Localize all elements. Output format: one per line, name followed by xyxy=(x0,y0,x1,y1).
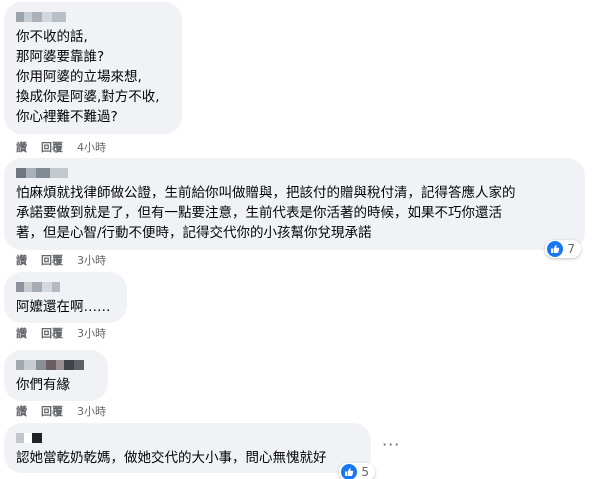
reply-link[interactable]: 回覆 xyxy=(41,252,63,268)
author-name-blurred[interactable] xyxy=(16,358,96,371)
reaction-count: 5 xyxy=(361,465,369,479)
like-thumb-icon xyxy=(547,241,564,257)
comment-1: 你不收的話, 那阿婆要靠誰? 你用阿婆的立場來想, 換成你是阿婆,對方不收, 你… xyxy=(4,2,182,154)
author-name-blurred[interactable] xyxy=(16,280,115,293)
reaction-summary[interactable]: 5 xyxy=(339,463,375,479)
comment-bubble: 你不收的話, 那阿婆要靠誰? 你用阿婆的立場來想, 換成你是阿婆,對方不收, 你… xyxy=(4,2,182,134)
comment-text: 阿嬤還在啊…… xyxy=(16,299,111,315)
comment-bubble: 阿嬤還在啊…… xyxy=(4,272,127,323)
like-link[interactable]: 讚 xyxy=(16,252,27,268)
comment-text: 你不收的話, 那阿婆要靠誰? 你用阿婆的立場來想, 換成你是阿婆,對方不收, 你… xyxy=(16,29,160,125)
comment-text: 你們有緣 xyxy=(16,377,70,393)
comment-text: 認她當乾奶乾媽，做她交代的大小事，問心無愧就好 xyxy=(16,450,327,466)
comment-actions: 讚 回覆 3小時 xyxy=(16,325,106,341)
comment-thread: 你不收的話, 那阿婆要靠誰? 你用阿婆的立場來想, 換成你是阿婆,對方不收, 你… xyxy=(0,0,597,479)
comment-text: 怕麻煩就找律師做公證，生前給你叫做贈與，把該付的贈與稅付清，記得答應人家的 承諾… xyxy=(16,185,516,241)
comment-4: 你們有緣 讚 回覆 3小時 xyxy=(4,350,108,418)
reply-link[interactable]: 回覆 xyxy=(41,139,63,155)
comment-bubble: 認她當乾奶乾媽，做她交代的大小事，問心無愧就好 5 xyxy=(4,423,375,479)
like-link[interactable]: 讚 xyxy=(16,139,27,155)
comment-timestamp[interactable]: 3小時 xyxy=(77,403,106,419)
more-options-icon[interactable]: ··· xyxy=(382,435,400,454)
author-name-blurred[interactable] xyxy=(16,166,573,179)
comment-actions: 讚 回覆 3小時 xyxy=(16,403,106,419)
comment-actions: 讚 回覆 4小時 xyxy=(16,139,106,155)
like-link[interactable]: 讚 xyxy=(16,325,27,341)
comment-timestamp[interactable]: 4小時 xyxy=(77,139,106,155)
author-name-blurred[interactable] xyxy=(16,431,359,444)
comment-actions: 讚 回覆 3小時 xyxy=(16,252,106,268)
reaction-count: 7 xyxy=(567,242,575,256)
reply-link[interactable]: 回覆 xyxy=(41,325,63,341)
comment-bubble: 怕麻煩就找律師做公證，生前給你叫做贈與，把該付的贈與稅付清，記得答應人家的 承諾… xyxy=(4,158,585,258)
comment-2: 怕麻煩就找律師做公證，生前給你叫做贈與，把該付的贈與稅付清，記得答應人家的 承諾… xyxy=(4,158,585,267)
reply-link[interactable]: 回覆 xyxy=(41,403,63,419)
author-name-blurred[interactable] xyxy=(16,10,170,23)
like-thumb-icon xyxy=(341,464,358,479)
comment-bubble: 你們有緣 xyxy=(4,350,108,401)
like-link[interactable]: 讚 xyxy=(16,403,27,419)
comment-timestamp[interactable]: 3小時 xyxy=(77,252,106,268)
reaction-summary[interactable]: 7 xyxy=(545,240,581,258)
comment-5: 認她當乾奶乾媽，做她交代的大小事，問心無愧就好 5 ··· xyxy=(4,423,399,479)
comment-3: 阿嬤還在啊…… 讚 回覆 3小時 xyxy=(4,272,127,340)
comment-timestamp[interactable]: 3小時 xyxy=(77,325,106,341)
